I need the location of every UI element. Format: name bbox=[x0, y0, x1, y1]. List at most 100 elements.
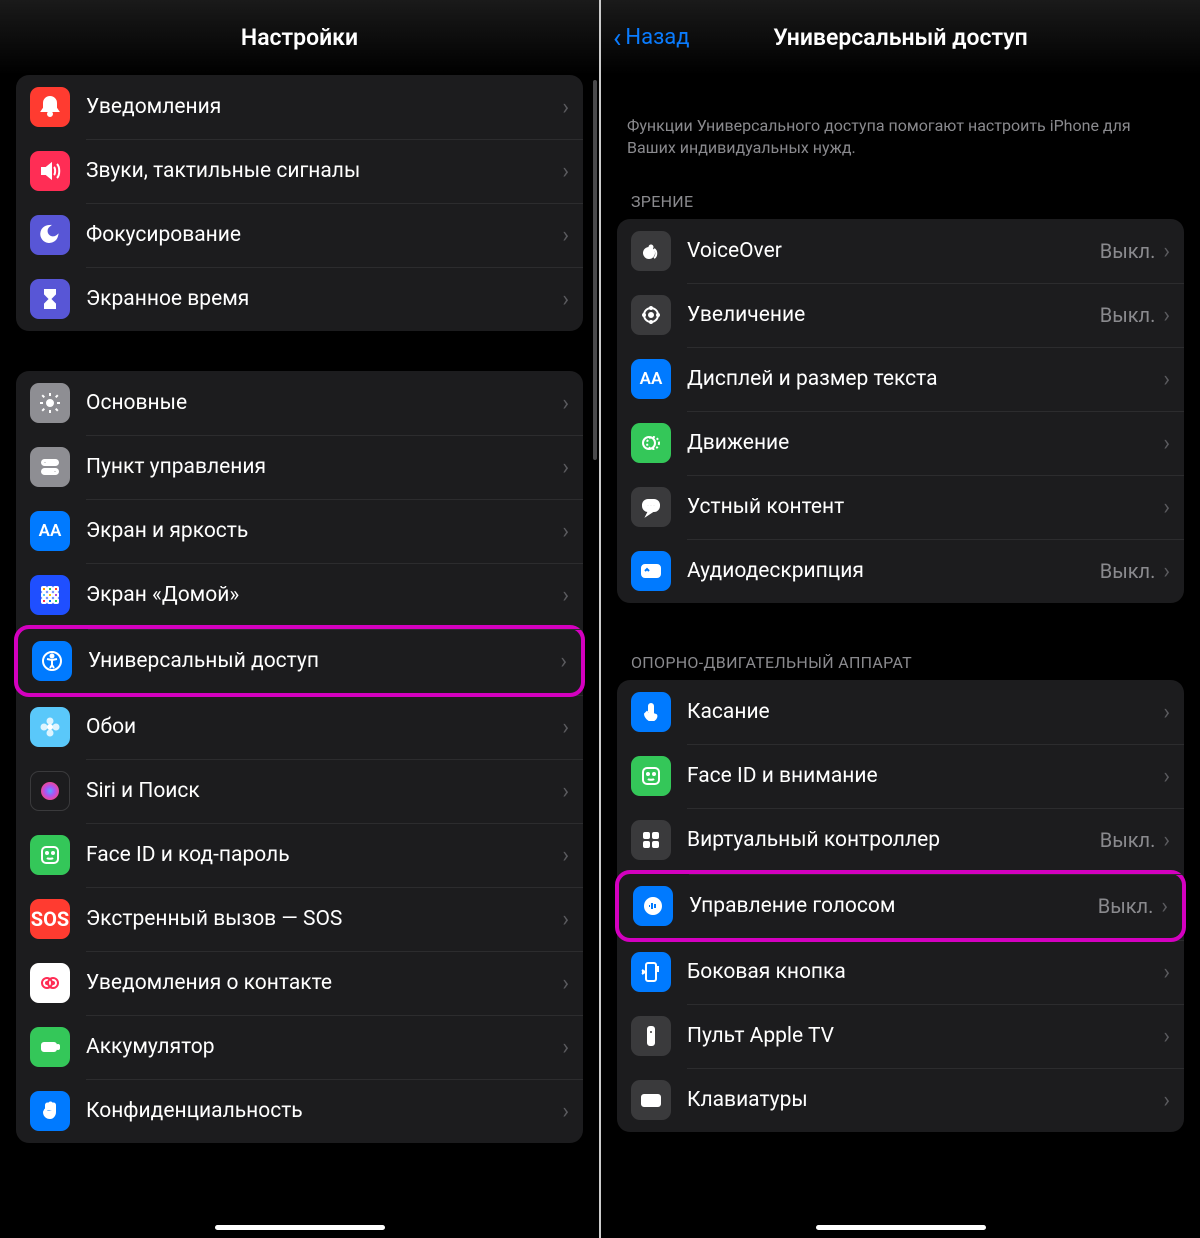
row-label: Виртуальный контроллер bbox=[687, 828, 1100, 852]
chevron-right-icon: › bbox=[562, 287, 569, 312]
chevron-right-icon: › bbox=[562, 95, 569, 120]
chevron-right-icon: › bbox=[1163, 431, 1170, 456]
chevron-right-icon: › bbox=[562, 159, 569, 184]
zoom-icon bbox=[631, 295, 671, 335]
aa-icon: AA bbox=[30, 511, 70, 551]
sos-icon: SOS bbox=[30, 899, 70, 939]
row-sounds[interactable]: Звуки, тактильные сигналы› bbox=[16, 139, 583, 203]
keyboard-icon bbox=[631, 1080, 671, 1120]
row-label: Универсальный доступ bbox=[88, 649, 560, 673]
row-label: Обои bbox=[86, 715, 562, 739]
chevron-right-icon: › bbox=[562, 583, 569, 608]
chevron-right-icon: › bbox=[562, 1099, 569, 1124]
row-voice-control[interactable]: Управление голосомВыкл.› bbox=[615, 870, 1186, 942]
row-wallpaper[interactable]: Обои› bbox=[16, 695, 583, 759]
row-label: Звуки, тактильные сигналы bbox=[86, 159, 562, 183]
home-indicator[interactable] bbox=[215, 1225, 385, 1230]
row-siri[interactable]: Siri и Поиск› bbox=[16, 759, 583, 823]
chevron-right-icon: › bbox=[562, 779, 569, 804]
chevron-right-icon: › bbox=[1163, 1088, 1170, 1113]
settings-list: Уведомления›Звуки, тактильные сигналы›Фо… bbox=[0, 75, 599, 1238]
back-button[interactable]: ‹ Назад bbox=[613, 21, 690, 54]
ad-icon: AD bbox=[631, 551, 671, 591]
row-faceid[interactable]: Face ID и код-пароль› bbox=[16, 823, 583, 887]
chevron-right-icon: › bbox=[562, 715, 569, 740]
aa-icon: AA bbox=[631, 359, 671, 399]
grid-icon bbox=[30, 575, 70, 615]
bell-icon bbox=[30, 87, 70, 127]
hand-icon bbox=[30, 1091, 70, 1131]
row-label: Пульт Apple TV bbox=[687, 1024, 1163, 1048]
scrollbar[interactable] bbox=[593, 80, 597, 460]
row-zoom[interactable]: УвеличениеВыкл.› bbox=[617, 283, 1184, 347]
gear-icon bbox=[30, 383, 70, 423]
section-header-vision: ЗРЕНИЕ bbox=[617, 182, 1184, 219]
row-exposure[interactable]: Уведомления о контакте› bbox=[16, 951, 583, 1015]
row-control[interactable]: Пункт управления› bbox=[16, 435, 583, 499]
header-title: Настройки bbox=[241, 24, 358, 51]
row-motion[interactable]: Движение› bbox=[617, 411, 1184, 475]
siri-icon bbox=[30, 771, 70, 811]
row-label: Уведомления о контакте bbox=[86, 971, 562, 995]
header-title: Универсальный доступ bbox=[773, 24, 1027, 51]
row-battery[interactable]: Аккумулятор› bbox=[16, 1015, 583, 1079]
hourglass-icon bbox=[30, 279, 70, 319]
row-general[interactable]: Основные› bbox=[16, 371, 583, 435]
chevron-right-icon: › bbox=[1163, 764, 1170, 789]
access-icon bbox=[32, 641, 72, 681]
row-label: Устный контент bbox=[687, 495, 1163, 519]
row-privacy[interactable]: Конфиденциальность› bbox=[16, 1079, 583, 1143]
row-screentime[interactable]: Экранное время› bbox=[16, 267, 583, 331]
switches-icon bbox=[30, 447, 70, 487]
row-focus[interactable]: Фокусирование› bbox=[16, 203, 583, 267]
chevron-right-icon: › bbox=[562, 843, 569, 868]
row-notifications[interactable]: Уведомления› bbox=[16, 75, 583, 139]
row-value: Выкл. bbox=[1100, 303, 1156, 327]
battery-icon bbox=[30, 1027, 70, 1067]
row-side-button[interactable]: Боковая кнопка› bbox=[617, 940, 1184, 1004]
row-spoken[interactable]: Устный контент› bbox=[617, 475, 1184, 539]
chevron-right-icon: › bbox=[562, 907, 569, 932]
flower-icon bbox=[30, 707, 70, 747]
accessibility-list: Функции Универсального доступа помогают … bbox=[601, 75, 1200, 1238]
face-icon bbox=[631, 756, 671, 796]
row-value: Выкл. bbox=[1100, 828, 1156, 852]
row-label: Siri и Поиск bbox=[86, 779, 562, 803]
row-label: Экран и яркость bbox=[86, 519, 562, 543]
chevron-right-icon: › bbox=[1163, 559, 1170, 584]
row-textsize[interactable]: AAДисплей и размер текста› bbox=[617, 347, 1184, 411]
header: ‹ Назад Универсальный доступ bbox=[601, 0, 1200, 75]
row-label: Уведомления bbox=[86, 95, 562, 119]
voice-icon bbox=[633, 886, 673, 926]
row-home[interactable]: Экран «Домой»› bbox=[16, 563, 583, 627]
row-label: Face ID и код-пароль bbox=[86, 843, 562, 867]
row-apple-tv[interactable]: Пульт Apple TV› bbox=[617, 1004, 1184, 1068]
grid4-icon bbox=[631, 820, 671, 860]
row-label: Экран «Домой» bbox=[86, 583, 562, 607]
row-label: Аккумулятор bbox=[86, 1035, 562, 1059]
row-label: Аудиодескрипция bbox=[687, 559, 1100, 583]
row-label: Основные bbox=[86, 391, 562, 415]
home-indicator[interactable] bbox=[816, 1225, 986, 1230]
row-keyboards[interactable]: Клавиатуры› bbox=[617, 1068, 1184, 1132]
row-label: VoiceOver bbox=[687, 239, 1100, 263]
accessibility-screen: ‹ Назад Универсальный доступ Функции Уни… bbox=[601, 0, 1200, 1238]
row-accessibility[interactable]: Универсальный доступ› bbox=[14, 625, 585, 697]
row-touch[interactable]: Касание› bbox=[617, 680, 1184, 744]
row-sos[interactable]: SOSЭкстренный вызов — SOS› bbox=[16, 887, 583, 951]
row-label: Управление голосом bbox=[689, 894, 1098, 918]
row-audio-desc[interactable]: ADАудиодескрипцияВыкл.› bbox=[617, 539, 1184, 603]
row-display[interactable]: AAЭкран и яркость› bbox=[16, 499, 583, 563]
chevron-right-icon: › bbox=[562, 391, 569, 416]
row-face-attention[interactable]: Face ID и внимание› bbox=[617, 744, 1184, 808]
row-switch-control[interactable]: Виртуальный контроллерВыкл.› bbox=[617, 808, 1184, 872]
row-voiceover[interactable]: VoiceOverВыкл.› bbox=[617, 219, 1184, 283]
row-label: Боковая кнопка bbox=[687, 960, 1163, 984]
chevron-right-icon: › bbox=[562, 455, 569, 480]
chevron-right-icon: › bbox=[562, 971, 569, 996]
face-icon bbox=[30, 835, 70, 875]
row-label: Клавиатуры bbox=[687, 1088, 1163, 1112]
chevron-right-icon: › bbox=[560, 649, 567, 674]
chevron-right-icon: › bbox=[562, 223, 569, 248]
moon-icon bbox=[30, 215, 70, 255]
